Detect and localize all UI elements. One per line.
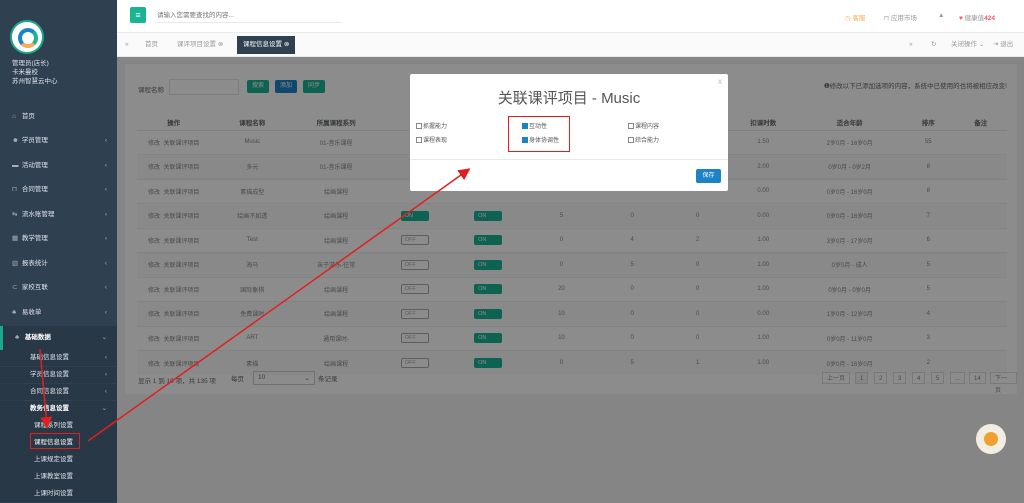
arrow-to-menu — [39, 348, 53, 429]
headset-icon — [984, 432, 998, 446]
support-float-button[interactable] — [976, 424, 1006, 454]
annotation-arrows — [39, 168, 471, 442]
arrow-to-modal — [87, 168, 471, 442]
